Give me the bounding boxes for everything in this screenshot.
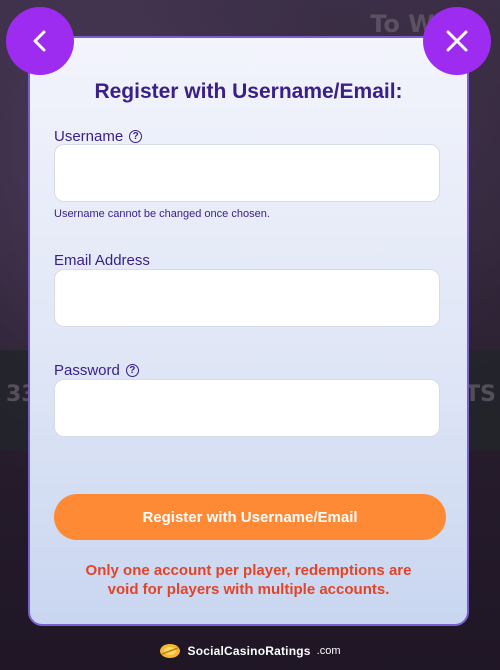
username-label-row: Username ?: [54, 128, 143, 145]
close-button[interactable]: [423, 7, 491, 75]
email-label: Email Address: [54, 252, 150, 269]
register-modal: Register with Username/Email: Username ?…: [28, 36, 469, 626]
background-text-right: TS: [465, 382, 496, 407]
close-icon: [446, 30, 468, 52]
username-hint: Username cannot be changed once chosen.: [54, 208, 270, 220]
warning-line-1: Only one account per player, redemptions…: [85, 562, 412, 579]
password-label-row: Password ?: [54, 362, 139, 379]
email-input[interactable]: [54, 269, 440, 327]
watermark-brand: SocialCasinoRatings: [187, 644, 311, 658]
username-label: Username: [54, 128, 124, 145]
watermark: SocialCasinoRatings .com: [0, 636, 500, 666]
question-circle-icon[interactable]: ?: [125, 364, 139, 377]
password-input[interactable]: [54, 379, 440, 437]
modal-title: Register with Username/Email:: [94, 80, 403, 103]
register-button[interactable]: Register with Username/Email: [54, 494, 446, 540]
chevron-left-icon: [33, 30, 46, 52]
password-label: Password: [54, 362, 120, 379]
watermark-domain: .com: [316, 645, 341, 657]
email-label-row: Email Address: [54, 252, 150, 269]
dice-logo-icon: [160, 644, 181, 658]
multiple-accounts-warning: Only one account per player, redemptions…: [50, 561, 447, 599]
warning-line-2: void for players with multiple accounts.: [107, 581, 390, 598]
question-circle-icon[interactable]: ?: [129, 130, 143, 143]
username-input[interactable]: [54, 144, 440, 202]
back-button[interactable]: [6, 7, 74, 75]
